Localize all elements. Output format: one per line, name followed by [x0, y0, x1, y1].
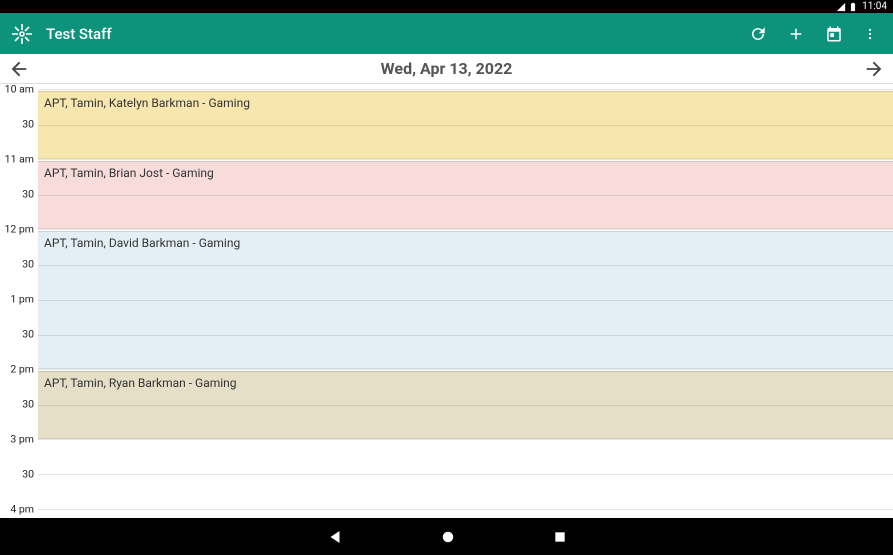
time-label: 30: [0, 118, 38, 131]
battery-icon: [848, 2, 858, 12]
grid-line: [38, 439, 893, 440]
time-label: 30: [0, 328, 38, 341]
signal-icon: [836, 2, 846, 12]
time-label: 30: [0, 398, 38, 411]
today-icon[interactable]: [825, 25, 843, 43]
event-column[interactable]: APT, Tamin, Katelyn Barkman - Gaming APT,…: [38, 84, 893, 518]
status-bar: 11:04: [0, 0, 893, 13]
calendar-body[interactable]: 10 am 30 11 am 30 12 pm 30 1 pm 30 2 pm 30 3 pm 30 4…: [0, 84, 893, 518]
calendar-event[interactable]: APT, Tamin, David Barkman - Gaming: [38, 231, 893, 369]
grid-line: [38, 89, 893, 90]
time-label: 1 pm: [0, 293, 38, 306]
home-nav-button[interactable]: [439, 528, 457, 546]
more-icon[interactable]: [863, 25, 877, 43]
event-label: APT, Tamin, David Barkman - Gaming: [44, 236, 240, 250]
prev-day-button[interactable]: [8, 58, 30, 80]
grid-line: [38, 474, 893, 475]
android-nav-bar: [0, 518, 893, 555]
date-header: Wed, Apr 13, 2022: [0, 54, 893, 84]
back-nav-button[interactable]: [326, 528, 344, 546]
calendar-event[interactable]: APT, Tamin, Brian Jost - Gaming: [38, 161, 893, 229]
refresh-icon[interactable]: [749, 25, 767, 43]
time-label: 11 am: [0, 153, 38, 166]
time-label: 3 pm: [0, 433, 38, 446]
app-bar: Test Staff: [0, 13, 893, 54]
grid-line: [38, 509, 893, 510]
calendar-event[interactable]: APT, Tamin, Katelyn Barkman - Gaming: [38, 91, 893, 159]
time-label: 10 am: [0, 84, 38, 96]
grid-line: [38, 369, 893, 370]
grid-line: [38, 229, 893, 230]
time-label: 30: [0, 258, 38, 271]
app-logo-icon: [10, 22, 34, 46]
time-label: 30: [0, 188, 38, 201]
add-icon[interactable]: [787, 25, 805, 43]
date-title: Wed, Apr 13, 2022: [30, 59, 863, 78]
recent-nav-button[interactable]: [552, 529, 568, 545]
time-column: 10 am 30 11 am 30 12 pm 30 1 pm 30 2 pm 30 3 pm 30 4…: [0, 84, 38, 518]
time-label: 12 pm: [0, 223, 38, 236]
time-label: 4 pm: [0, 503, 38, 516]
calendar-event[interactable]: APT, Tamin, Ryan Barkman - Gaming: [38, 371, 893, 439]
event-label: APT, Tamin, Brian Jost - Gaming: [44, 166, 214, 180]
event-label: APT, Tamin, Katelyn Barkman - Gaming: [44, 96, 250, 110]
event-label: APT, Tamin, Ryan Barkman - Gaming: [44, 376, 237, 390]
time-label: 2 pm: [0, 363, 38, 376]
app-title: Test Staff: [46, 25, 112, 43]
next-day-button[interactable]: [863, 58, 885, 80]
status-time: 11:04: [862, 1, 887, 12]
time-label: 30: [0, 468, 38, 481]
grid-line: [38, 159, 893, 160]
